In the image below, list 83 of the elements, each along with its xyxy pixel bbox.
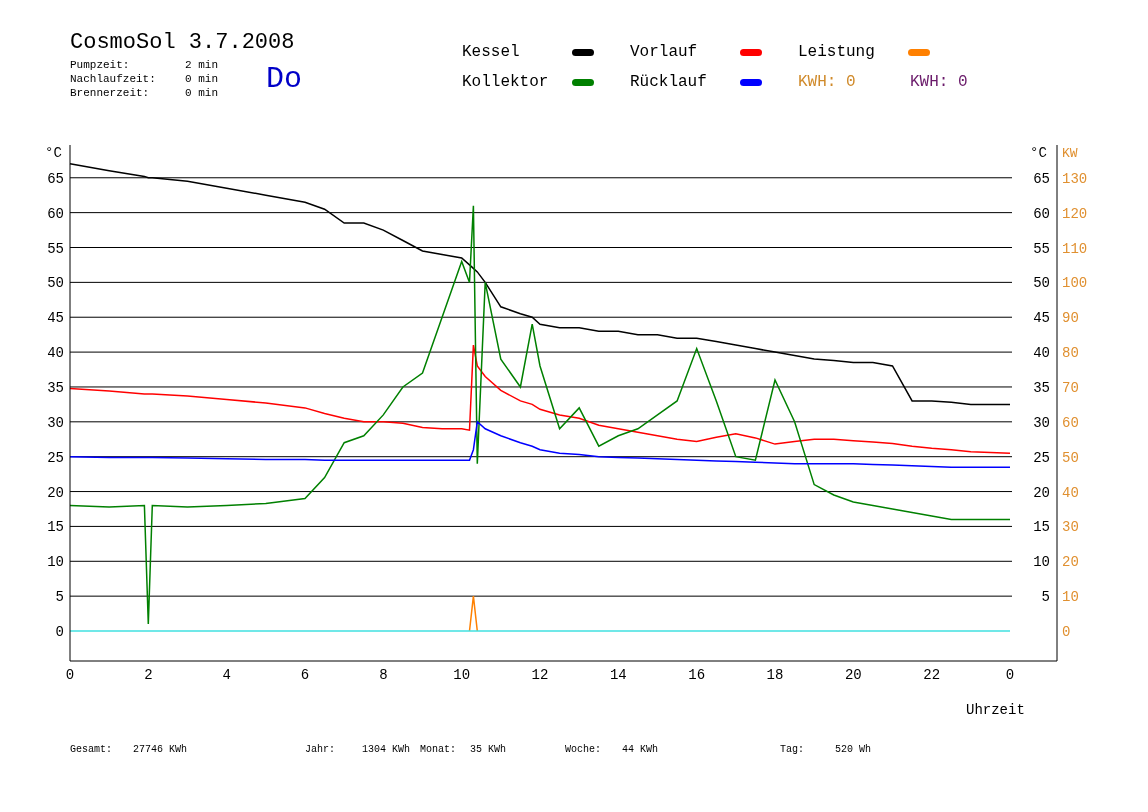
total-value: 35 KWh xyxy=(470,743,506,757)
total-label: Tag: xyxy=(780,743,805,757)
time-value: 2 min xyxy=(185,58,218,72)
time-value: 0 min xyxy=(185,72,218,86)
total-value: 520 Wh xyxy=(835,743,871,757)
axis-label: 60 xyxy=(47,205,64,222)
app-title: CosmoSol 3.7.2008 xyxy=(70,30,296,56)
axis-label: 12 xyxy=(531,667,549,683)
axis-label: 8 xyxy=(379,667,388,683)
axis-label: 10 xyxy=(453,667,471,683)
legend-label: Leistung xyxy=(798,42,876,63)
total-label: Monat: xyxy=(420,743,457,757)
axis-label: 110 xyxy=(1062,240,1088,257)
axis-label: 10 xyxy=(1062,589,1079,606)
axis-label: 0 xyxy=(1005,667,1015,683)
axis-label: 30 xyxy=(47,414,64,431)
legend-label: Vorlauf xyxy=(630,42,699,63)
time-value: 0 min xyxy=(185,86,218,100)
legend-label: Rücklauf xyxy=(630,72,708,93)
axis-label: 50 xyxy=(1033,275,1050,292)
axis-label: 14 xyxy=(609,667,627,683)
axis-label: 60 xyxy=(1033,205,1050,222)
total-value: 1304 KWh xyxy=(362,743,410,757)
axis-title: Uhrzeit xyxy=(966,702,1025,718)
axis-label: 130 xyxy=(1062,170,1088,187)
axis-label: 15 xyxy=(47,519,64,536)
axis-label: 50 xyxy=(47,275,64,292)
axis-label: 2 xyxy=(144,667,153,683)
axis-label: 40 xyxy=(1062,484,1079,501)
axis-label: 20 xyxy=(47,484,64,501)
axis-label: 5 xyxy=(55,589,64,606)
axis-label: 10 xyxy=(47,554,64,571)
total-label: Gesamt: xyxy=(70,743,113,757)
axis-label: 20 xyxy=(1033,484,1050,501)
axis-label: 16 xyxy=(688,667,706,683)
axis-label: 55 xyxy=(47,240,64,257)
legend-label: Kessel xyxy=(462,42,521,63)
axis-label: 10 xyxy=(1033,554,1050,571)
time-label: Pumpzeit: xyxy=(70,58,131,72)
energy-reading: KWH: 0 xyxy=(910,72,968,93)
axis-label: 22 xyxy=(923,667,941,683)
axis-label: 100 xyxy=(1062,275,1088,292)
axis-label: 30 xyxy=(1033,414,1050,431)
axis-label: 0 xyxy=(1062,624,1071,640)
total-label: Jahr: xyxy=(305,743,336,757)
axis-label: 35 xyxy=(47,379,64,396)
axis-label: 65 xyxy=(47,170,64,187)
axis-label: 40 xyxy=(1033,345,1050,362)
axis-unit: °C xyxy=(45,145,62,161)
axis-label: 45 xyxy=(47,310,64,327)
time-label: Nachlaufzeit: xyxy=(70,72,157,86)
axis-label: 20 xyxy=(844,667,862,683)
time-label: Brennerzeit: xyxy=(70,86,151,100)
axis-label: 25 xyxy=(1033,449,1050,466)
axis-label: 120 xyxy=(1062,205,1088,222)
axis-label: 20 xyxy=(1062,554,1079,571)
axis-label: 4 xyxy=(222,667,231,683)
axis-label: 90 xyxy=(1062,310,1079,327)
axis-label: 70 xyxy=(1062,379,1079,396)
axis-label: 25 xyxy=(47,449,64,466)
axis-label: 45 xyxy=(1033,310,1050,327)
axis-label: 6 xyxy=(300,667,310,683)
axis-label: 80 xyxy=(1062,345,1079,362)
weekday: Do xyxy=(266,62,303,96)
legend-label: Kollektor xyxy=(462,72,550,93)
axis-label: 30 xyxy=(1062,519,1079,536)
total-value: 27746 KWh xyxy=(133,743,187,757)
axis-label: 15 xyxy=(1033,519,1050,536)
axis-unit: °C xyxy=(1030,145,1047,161)
axis-label: 18 xyxy=(766,667,784,683)
axis-label: 60 xyxy=(1062,414,1079,431)
total-value: 44 KWh xyxy=(622,743,658,757)
axis-label: 40 xyxy=(47,345,64,362)
axis-unit: KW xyxy=(1062,146,1078,161)
axis-label: 50 xyxy=(1062,449,1079,466)
energy-reading: KWH: 0 xyxy=(798,72,856,93)
axis-label: 0 xyxy=(65,667,75,683)
axis-label: 5 xyxy=(1041,589,1050,606)
axis-label: 55 xyxy=(1033,240,1050,257)
axis-label: 35 xyxy=(1033,379,1050,396)
total-label: Woche: xyxy=(565,743,602,757)
axis-label: 0 xyxy=(55,624,64,640)
axis-label: 65 xyxy=(1033,170,1050,187)
